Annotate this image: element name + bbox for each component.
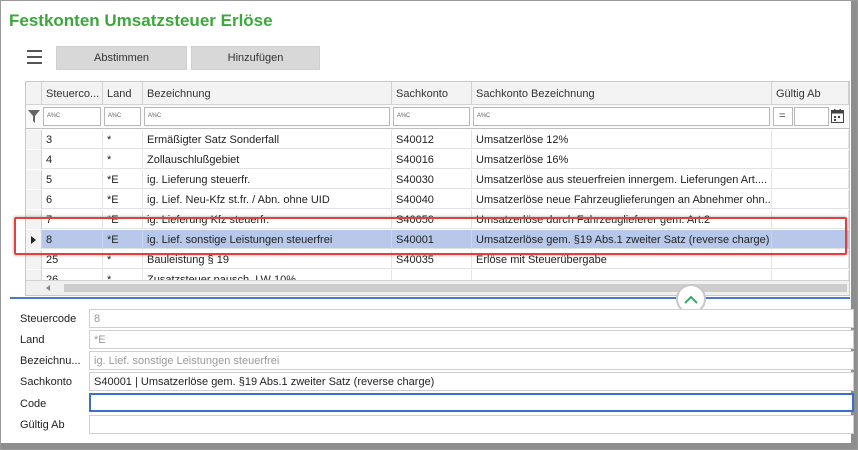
cell-gueltig-ab: [772, 190, 849, 209]
row-header[interactable]: [26, 150, 42, 169]
row-header[interactable]: [26, 230, 42, 249]
steuercode-field[interactable]: 8: [89, 309, 854, 328]
cell-steuercode: 8: [42, 230, 103, 249]
column-header-bezeichnung[interactable]: Bezeichnung: [143, 82, 392, 105]
cell-land: *E: [103, 210, 143, 229]
column-header-gueltig-ab[interactable]: Gültig Ab: [772, 82, 849, 105]
table-row[interactable]: 4 * Zollauschlußgebiet S40016 Umsatzerlö…: [26, 150, 849, 169]
cell-sachkonto-bezeichnung: Erlöse mit Steuerübergabe: [472, 250, 772, 269]
cell-sachkonto: S40012: [392, 130, 472, 149]
abstimmen-button[interactable]: Abstimmen: [56, 46, 187, 70]
bezeichnung-field[interactable]: ig. Lief. sonstige Leistungen steuerfrei: [89, 351, 854, 370]
code-field[interactable]: [89, 393, 854, 412]
column-header-sachkonto-bezeichnung[interactable]: Sachkonto Bezeichnung: [472, 82, 772, 105]
steuercode-label: Steuercode: [20, 313, 77, 325]
filter-gueltig-input[interactable]: [794, 107, 829, 126]
table-row-selected[interactable]: 8 *E ig. Lief. sonstige Leistungen steue…: [26, 230, 849, 249]
cell-steuercode: 5: [42, 170, 103, 189]
land-label: Land: [20, 334, 45, 346]
cell-sachkonto-bezeichnung: Umsatzerlöse 12%: [472, 130, 772, 149]
filter-sachkonto-input[interactable]: A%C: [393, 107, 470, 126]
sachkonto-label: Sachkonto: [20, 376, 72, 388]
column-header-land[interactable]: Land: [103, 82, 143, 105]
row-header[interactable]: [26, 250, 42, 269]
row-header[interactable]: [26, 130, 42, 149]
page-title: Festkonten Umsatzsteuer Erlöse: [9, 11, 273, 30]
cell-sachkonto-bezeichnung: Umsatzerlöse 16%: [472, 150, 772, 169]
filter-bezeichnung-input[interactable]: A%C: [144, 107, 390, 126]
cell-gueltig-ab: [772, 130, 849, 149]
cell-bezeichnung: Bauleistung § 19: [143, 250, 392, 269]
gueltig-ab-label: Gültig Ab: [20, 419, 65, 431]
scroll-left-arrow-icon[interactable]: [46, 285, 50, 291]
table-row[interactable]: 5 *E ig. Lieferung steuerfr. S40030 Umsa…: [26, 170, 849, 189]
cell-bezeichnung: Ermäßigter Satz Sonderfall: [143, 130, 392, 149]
filter-steuercode-input[interactable]: A%C: [43, 107, 101, 126]
cell-land: *: [103, 250, 143, 269]
cell-sachkonto: S40035: [392, 250, 472, 269]
cell-steuercode: 4: [42, 150, 103, 169]
row-header-corner: [26, 82, 42, 105]
cell-sachkonto: S40016: [392, 150, 472, 169]
code-label: Code: [20, 398, 47, 410]
horizontal-scrollbar[interactable]: [26, 280, 849, 295]
land-field[interactable]: *E: [89, 330, 854, 349]
sachkonto-field[interactable]: S40001 | Umsatzerlöse gem. §19 Abs.1 zwe…: [89, 372, 854, 391]
cell-bezeichnung: ig. Lief. Neu-Kfz st.fr. / Abn. ohne UID: [143, 190, 392, 209]
cell-sachkonto: S40040: [392, 190, 472, 209]
cell-land: *: [103, 150, 143, 169]
cell-land: *E: [103, 170, 143, 189]
row-header[interactable]: [26, 170, 42, 189]
cell-land: *E: [103, 190, 143, 209]
cell-gueltig-ab: [772, 250, 849, 269]
table-row[interactable]: 7 *E ig. Lieferung Kfz steuerfr. S40050 …: [26, 210, 849, 229]
cell-bezeichnung: ig. Lieferung steuerfr.: [143, 170, 392, 189]
gueltig-ab-field[interactable]: [89, 415, 854, 434]
hinzufuegen-button[interactable]: Hinzufügen: [191, 46, 320, 70]
cell-sachkonto: S40050: [392, 210, 472, 229]
row-header[interactable]: [26, 190, 42, 209]
cell-sachkonto-bezeichnung: Umsatzerlöse aus steuerfreien innergem. …: [472, 170, 772, 189]
table-row[interactable]: 3 * Ermäßigter Satz Sonderfall S40012 Um…: [26, 130, 849, 149]
filter-land-input[interactable]: A%C: [104, 107, 141, 126]
cell-sachkonto: S40001: [392, 230, 472, 249]
row-header[interactable]: [26, 210, 42, 229]
cell-sachkonto-bezeichnung: Umsatzerlöse durch Fahrzeuglieferer gem.…: [472, 210, 772, 229]
cell-gueltig-ab: [772, 230, 849, 249]
table-row[interactable]: 25 * Bauleistung § 19 S40035 Erlöse mit …: [26, 250, 849, 269]
cell-bezeichnung: ig. Lief. sonstige Leistungen steuerfrei: [143, 230, 392, 249]
hamburger-menu-icon[interactable]: [27, 50, 42, 64]
cell-steuercode: 6: [42, 190, 103, 209]
cell-gueltig-ab: [772, 170, 849, 189]
cell-steuercode: 3: [42, 130, 103, 149]
cell-steuercode: 25: [42, 250, 103, 269]
cell-sachkonto: S40030: [392, 170, 472, 189]
scrollbar-thumb[interactable]: [64, 284, 847, 292]
table-row[interactable]: 6 *E ig. Lief. Neu-Kfz st.fr. / Abn. ohn…: [26, 190, 849, 209]
cell-sachkonto-bezeichnung: Umsatzerlöse neue Fahrzeuglieferungen an…: [472, 190, 772, 209]
cell-sachkonto-bezeichnung: Umsatzerlöse gem. §19 Abs.1 zweiter Satz…: [472, 230, 772, 249]
filter-sachkonto-bezeichnung-input[interactable]: A%C: [473, 107, 770, 126]
data-grid: Steuerco... Land Bezeichnung Sachkonto S…: [25, 81, 850, 296]
cell-gueltig-ab: [772, 210, 849, 229]
column-header-sachkonto[interactable]: Sachkonto: [392, 82, 472, 105]
filter-gueltig-operator[interactable]: =: [773, 107, 793, 126]
filter-row: A%C A%C A%C A%C A%C =: [26, 105, 849, 129]
current-row-indicator-icon: [31, 236, 36, 244]
cell-land: *: [103, 130, 143, 149]
cell-steuercode: 7: [42, 210, 103, 229]
cell-bezeichnung: ig. Lieferung Kfz steuerfr.: [143, 210, 392, 229]
calendar-icon[interactable]: [831, 109, 844, 126]
cell-bezeichnung: Zollauschlußgebiet: [143, 150, 392, 169]
column-header-steuercode[interactable]: Steuerco...: [42, 82, 103, 105]
cell-gueltig-ab: [772, 150, 849, 169]
bezeichnung-label: Bezeichnu...: [20, 355, 81, 367]
cell-land: *E: [103, 230, 143, 249]
filter-icon[interactable]: [28, 110, 40, 127]
panel-splitter[interactable]: [10, 297, 850, 299]
